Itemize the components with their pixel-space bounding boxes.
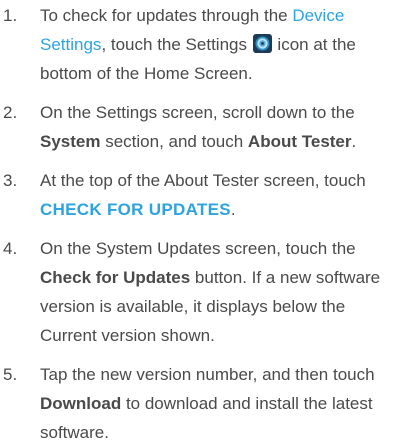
step-text: Tap the new version number, and then tou… (40, 365, 375, 384)
step-text: . (230, 200, 236, 219)
step-text: . (351, 132, 357, 151)
update-instructions-list: 1. To check for updates through the Devi… (0, 0, 409, 447)
settings-gear-icon (252, 34, 272, 53)
step-4: 4. On the System Updates screen, touch t… (0, 234, 409, 350)
step-5: 5. Tap the new version number, and then … (0, 360, 409, 447)
step-number: 5. (3, 365, 18, 384)
step-number: 3. (3, 171, 18, 190)
step-2: 2. On the Settings screen, scroll down t… (0, 98, 409, 156)
step-number: 1. (3, 6, 18, 25)
step-text: , touch the Settings (101, 35, 252, 54)
system-label: System (40, 132, 101, 151)
step-1: 1. To check for updates through the Devi… (0, 1, 409, 88)
step-text: On the System Updates screen, touch the (40, 239, 356, 258)
check-for-updates-link[interactable]: CHECK FOR UPDATES (40, 200, 231, 219)
check-for-updates-button-label: Check for Updates (40, 268, 191, 287)
step-number: 2. (3, 103, 18, 122)
step-text: To check for updates through the (40, 6, 293, 25)
download-label: Download (40, 394, 122, 413)
step-text: At the top of the About Tester screen, t… (40, 171, 366, 190)
step-text: On the Settings screen, scroll down to t… (40, 103, 355, 122)
step-number: 4. (3, 239, 18, 258)
step-3: 3. At the top of the About Tester screen… (0, 166, 409, 224)
step-text: section, and touch (100, 132, 248, 151)
about-tester-label: About Tester (247, 132, 352, 151)
